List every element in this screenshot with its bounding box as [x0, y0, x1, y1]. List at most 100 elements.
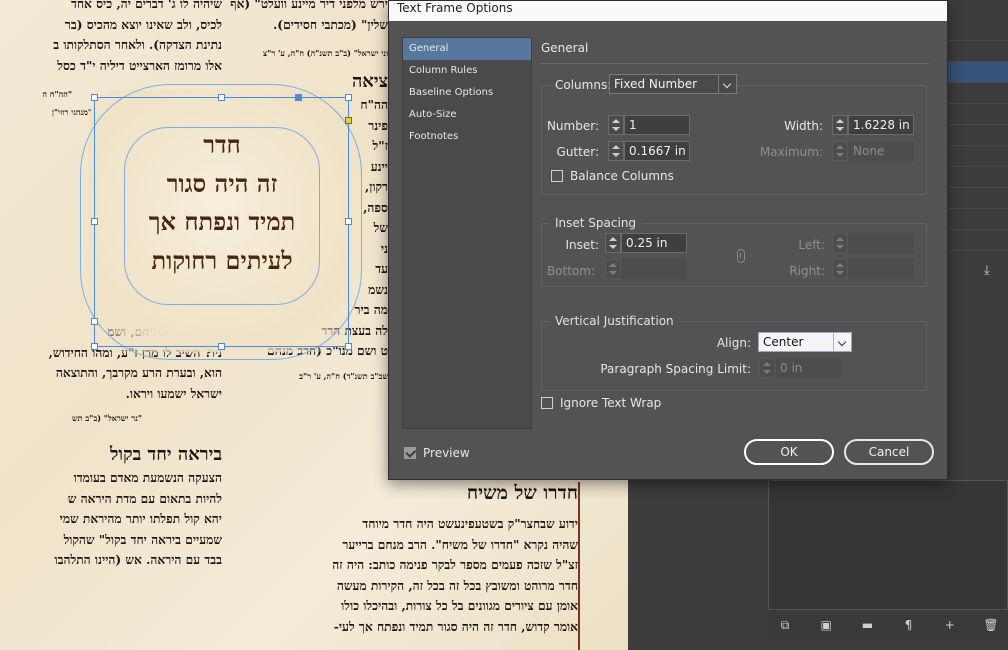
balance-columns-checkbox[interactable] — [551, 170, 563, 182]
resize-handle-top-right[interactable] — [345, 94, 352, 101]
paragraph-spacing-limit-label: Paragraph Spacing Limit: — [600, 362, 751, 376]
panel-row[interactable] — [948, 20, 1008, 41]
preview-checkbox[interactable] — [404, 447, 416, 459]
bottom-text-column: חדרו של משיח ידוע שבחצר"ק בשטעפינעשט היה… — [228, 478, 578, 650]
add-icon[interactable]: + — [941, 618, 959, 632]
resize-handle-bottom-right[interactable] — [345, 343, 352, 350]
right-field — [848, 259, 914, 279]
download-icon[interactable]: ⤓ — [984, 263, 990, 278]
text-line: אומן עם ציורים מגוונים בל כל צורות, ובהי… — [341, 599, 578, 613]
resize-handle-left[interactable] — [91, 218, 98, 225]
align-select[interactable]: Center — [758, 332, 852, 352]
text-line: שהיה נקרא "חדרו של משיח". הרב מנחם ברייע… — [342, 537, 578, 552]
psl-spinner — [759, 358, 775, 378]
text-line: הוא, ובערת הרע מקרבך, והתוצאה — [55, 366, 222, 380]
inset-spinner[interactable] — [605, 233, 621, 253]
dialog-title[interactable]: Text Frame Options — [389, 1, 947, 21]
text-line: להיות בתאום עם מדת היראה ש — [67, 491, 222, 506]
resize-handle-bottom[interactable] — [218, 343, 225, 350]
link-icon[interactable] — [737, 249, 745, 263]
text-line: שלין" (מכתבי חסידים). — [273, 17, 388, 32]
corner-options-handle[interactable] — [345, 117, 352, 124]
panel-row[interactable] — [948, 41, 1008, 62]
ok-button[interactable]: OK — [744, 439, 834, 465]
panel-row[interactable] — [948, 104, 1008, 125]
ignore-text-wrap-checkbox[interactable] — [541, 397, 553, 409]
folder-icon[interactable]: ▬ — [858, 618, 876, 632]
text-line: ידוע שבחצר"ק בשטעפינעשט היה חדר מיוחד — [362, 517, 578, 531]
panel-row-selected[interactable] — [948, 62, 1008, 83]
nav-item-general[interactable]: General — [403, 38, 531, 60]
frame-text-line: לעיתים רחוקות — [151, 245, 293, 275]
width-label: Width: — [784, 119, 823, 133]
nav-item-footnotes[interactable]: Footnotes — [403, 126, 531, 148]
nav-item-column-rules[interactable]: Column Rules — [403, 60, 531, 82]
panel-row[interactable] — [948, 188, 1008, 209]
frame-text-line: זה היה סגור — [166, 168, 278, 198]
maximum-label: Maximum: — [759, 145, 823, 159]
width-field[interactable]: 1.6228 in — [848, 115, 914, 135]
panel-bottom-toolbar: ⧉ ▣ ▬ ¶ + 🗑 — [768, 610, 1008, 640]
panel-row[interactable] — [948, 146, 1008, 167]
number-spinner[interactable] — [608, 115, 624, 135]
panel-row[interactable] — [948, 125, 1008, 146]
folder-add-icon[interactable]: ▣ — [817, 618, 835, 632]
columns-label: Columns: — [555, 78, 612, 92]
columns-select[interactable]: Fixed Number — [609, 74, 737, 94]
text-line: זצ"ל שזכה פעמים מספר לבקר פנימה כותב: הי… — [332, 558, 578, 572]
text-line: ירש מלפני דיר מיינע וועלט" (אף — [230, 0, 388, 11]
text-line: נתינת הצדקה). ולאחר הסתלקותו ב — [53, 38, 222, 52]
text-line: שיהיה לו ג' דברים יה, כיס אחד — [70, 0, 222, 11]
anchor-handle[interactable] — [295, 94, 302, 101]
left-label: Left: — [798, 238, 825, 252]
inset-spacing-title: Inset Spacing — [550, 216, 642, 230]
section-title: General — [541, 41, 589, 55]
text-line: בבד עם היראה. אש (היינו התלהבו — [54, 553, 222, 567]
maximum-field: None — [848, 141, 914, 161]
width-spinner[interactable] — [832, 115, 848, 135]
chevron-down-icon — [718, 75, 736, 93]
section-heading: ביראה יחד בקול — [109, 444, 222, 465]
bottom-spinner — [605, 259, 621, 279]
resize-handle-top-left[interactable] — [91, 94, 98, 101]
nav-item-auto-size[interactable]: Auto-Size — [403, 104, 531, 126]
text-line: אלו מרומז הארצייט דיליה י"ד כסל — [57, 58, 222, 73]
trash-icon[interactable]: 🗑 — [982, 618, 1000, 632]
text-line: אומר קדוש, חדר זה היה סגור תמיד ונפתח אך… — [333, 619, 578, 634]
panel-row[interactable] — [948, 167, 1008, 188]
preview-label: Preview — [423, 446, 470, 460]
panel-row[interactable] — [948, 209, 1008, 230]
cancel-button[interactable]: Cancel — [844, 439, 934, 465]
text-line: שמעיים ביראה יחד בקול" שהקול — [63, 532, 222, 547]
panel-row[interactable] — [948, 83, 1008, 104]
gutter-spinner[interactable] — [608, 141, 624, 161]
text-line: הצעקה הנשמעת מאדם בעומדו — [73, 471, 222, 485]
ignore-text-wrap-label: Ignore Text Wrap — [560, 396, 662, 410]
source-note: שב"ב תשנ"ד) ח"ה, ע' ר"ב — [299, 370, 388, 381]
text-frame-options-dialog: Text Frame Options General Column Rules … — [388, 0, 948, 480]
inset-field[interactable]: 0.25 in — [621, 233, 687, 253]
balance-columns-label: Balance Columns — [570, 169, 674, 183]
number-label: Number: — [546, 119, 599, 133]
divider — [539, 63, 929, 64]
source-note: וני ישראל" (ב"ב תשנ"ה) ח"ה, ע' ר"צ — [262, 48, 388, 58]
gutter-field[interactable]: 0.1667 in — [624, 141, 690, 161]
resize-handle-right[interactable] — [345, 218, 352, 225]
new-page-icon[interactable]: ⧉ — [776, 618, 794, 633]
number-field[interactable]: 1 — [624, 115, 690, 135]
right-label: Right: — [789, 264, 825, 278]
paragraph-style-icon[interactable]: ¶ — [900, 618, 918, 632]
panel-row[interactable] — [948, 230, 1008, 251]
resize-handle-bottom-left[interactable] — [91, 343, 98, 350]
nav-item-baseline-options[interactable]: Baseline Options — [403, 82, 531, 104]
left-field — [848, 233, 914, 253]
frame-text[interactable]: חדר זה היה סגור תמיד ונפתח אך לעיתים רחו… — [100, 126, 344, 280]
text-line: חדר מרוהט ומשובץ בכל זה בכל זה, הקירות מ… — [336, 578, 578, 593]
in-port-handle[interactable] — [91, 318, 98, 325]
frame-text-line: תמיד ונפתח אך — [148, 207, 296, 236]
text-line: יהא קול תפלתו יותר מהיראת שמי — [59, 512, 222, 526]
bottom-label: Bottom: — [546, 264, 595, 278]
resize-handle-top[interactable] — [218, 94, 225, 101]
section-heading: חדרו של משיח — [466, 482, 578, 504]
maximum-spinner — [832, 141, 848, 161]
